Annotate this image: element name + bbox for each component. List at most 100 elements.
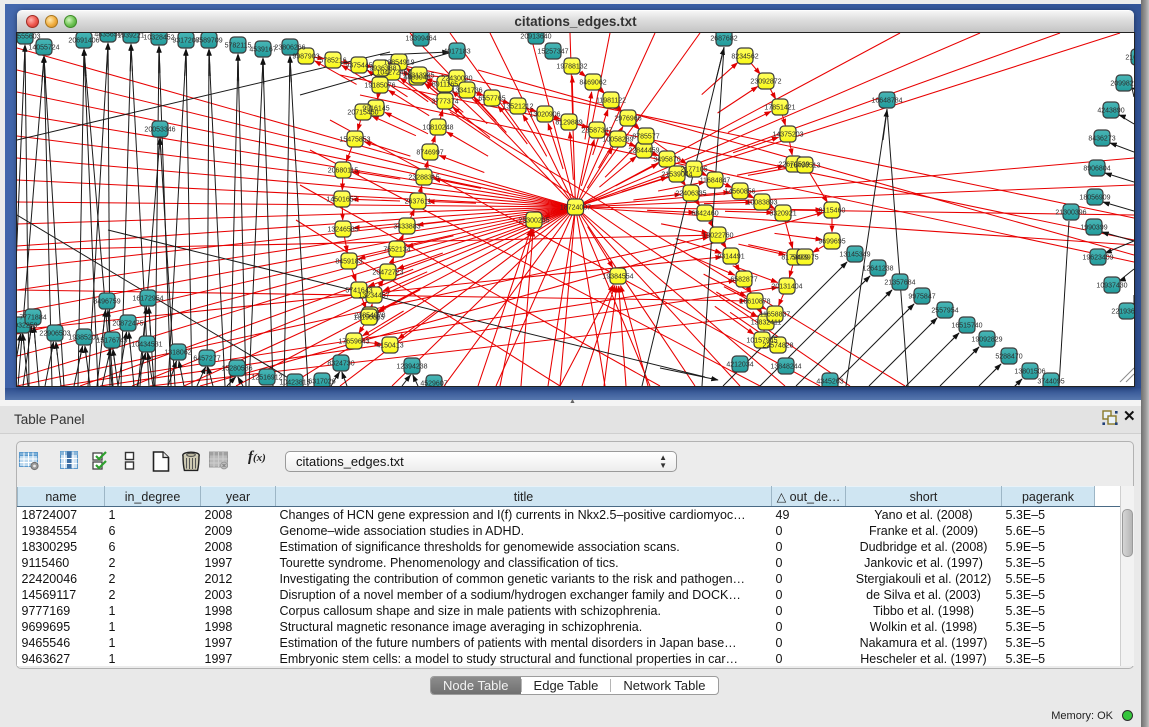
svg-text:18196865: 18196865: [353, 315, 384, 322]
svg-text:18724007: 18724007: [560, 205, 591, 212]
svg-text:3433883: 3433883: [393, 224, 420, 231]
svg-text:15280586: 15280586: [221, 366, 252, 373]
svg-text:17851421: 17851421: [764, 105, 795, 112]
svg-text:20472723: 20472723: [372, 270, 403, 277]
svg-text:9699695: 9699695: [818, 239, 845, 246]
svg-text:15475853: 15475853: [339, 137, 370, 144]
svg-text:23806266: 23806266: [274, 45, 305, 52]
svg-text:2177105: 2177105: [680, 167, 707, 174]
svg-text:4529607: 4529607: [420, 381, 447, 387]
svg-text:10058289: 10058289: [602, 137, 633, 144]
svg-text:19788132: 19788132: [556, 64, 587, 71]
svg-text:2099828: 2099828: [1110, 81, 1134, 88]
svg-text:11658837: 11658837: [760, 312, 791, 319]
svg-text:20053346: 20053346: [144, 127, 175, 134]
svg-text:8459183: 8459183: [335, 259, 362, 266]
svg-text:11981122: 11981122: [596, 98, 626, 105]
svg-text:18056909: 18056909: [1079, 195, 1110, 202]
svg-text:19385201: 19385201: [68, 335, 99, 342]
svg-text:8436273: 8436273: [1088, 136, 1115, 143]
svg-text:13521212: 13521212: [502, 104, 533, 111]
svg-text:5782115: 5782115: [225, 43, 252, 50]
svg-text:19623409: 19623409: [1082, 255, 1113, 262]
svg-text:13020906: 13020906: [529, 112, 560, 119]
svg-text:6842460: 6842460: [691, 211, 718, 218]
svg-text:13801506: 13801506: [1014, 369, 1045, 376]
svg-text:3777374: 3777374: [431, 99, 458, 106]
svg-text:3495870: 3495870: [653, 157, 680, 164]
svg-text:19399464: 19399464: [405, 36, 436, 43]
svg-text:23587347: 23587347: [581, 128, 612, 135]
svg-text:4243890: 4243890: [1097, 108, 1124, 115]
svg-text:13341736: 13341736: [451, 88, 482, 95]
svg-text:16313925: 16313925: [403, 73, 434, 80]
svg-text:20131404: 20131404: [771, 284, 802, 291]
svg-text:16610878: 16610878: [739, 299, 770, 306]
svg-text:5785216: 5785216: [319, 58, 346, 65]
svg-text:8746997: 8746997: [416, 150, 443, 157]
svg-text:8129889: 8129889: [555, 120, 582, 127]
svg-text:22555603: 22555603: [17, 34, 41, 41]
svg-text:22430030: 22430030: [441, 76, 472, 83]
svg-text:20691406: 20691406: [68, 38, 99, 45]
svg-text:16515740: 16515740: [951, 323, 982, 330]
svg-text:4539167: 4539167: [249, 47, 276, 54]
svg-text:1939221: 1939221: [117, 33, 144, 40]
svg-text:14501657: 14501657: [326, 197, 357, 204]
svg-text:6557765: 6557765: [478, 96, 505, 103]
svg-text:4345263: 4345263: [816, 379, 843, 386]
svg-text:5741643: 5741643: [345, 288, 372, 295]
svg-text:12394238: 12394238: [396, 364, 427, 371]
svg-text:3744095: 3744095: [1037, 379, 1064, 386]
svg-text:4212034: 4212034: [726, 362, 753, 369]
svg-text:14560856: 14560856: [724, 189, 755, 196]
svg-text:10328452: 10328452: [143, 35, 174, 42]
svg-text:10083893: 10083893: [746, 200, 777, 207]
svg-text:20913640: 20913640: [520, 34, 551, 41]
svg-text:9975847: 9975847: [908, 294, 935, 301]
svg-text:8589709: 8589709: [195, 38, 222, 45]
svg-text:23092872: 23092872: [750, 79, 781, 86]
svg-text:12516912: 12516912: [251, 375, 282, 382]
svg-text:22844459: 22844459: [628, 148, 659, 155]
svg-text:8906804: 8906804: [1083, 166, 1110, 173]
svg-text:13145349: 13145349: [839, 252, 870, 259]
svg-text:10810248: 10810248: [422, 125, 453, 132]
svg-text:19932259: 19932259: [17, 323, 38, 330]
svg-text:8234562: 8234562: [731, 54, 758, 61]
svg-text:23288315: 23288315: [408, 175, 439, 182]
svg-text:6317026: 6317026: [308, 379, 335, 386]
svg-text:10937430: 10937430: [1096, 283, 1127, 290]
svg-text:3320921: 3320921: [769, 211, 796, 218]
svg-text:9987903: 9987903: [292, 54, 319, 61]
svg-text:14375203: 14375203: [772, 132, 803, 139]
svg-text:19185076: 19185076: [364, 83, 395, 90]
svg-text:9314491: 9314491: [717, 254, 744, 261]
svg-text:22406335: 22406335: [675, 191, 706, 198]
svg-text:15176749: 15176749: [96, 338, 127, 345]
svg-text:19936388: 19936388: [365, 66, 396, 73]
svg-text:20715450: 20715450: [347, 110, 378, 117]
svg-text:10423815: 10423815: [279, 380, 310, 387]
svg-text:6457277: 6457277: [193, 356, 220, 363]
svg-text:4150413: 4150413: [376, 343, 403, 350]
svg-text:21357684: 21357684: [884, 280, 915, 287]
svg-text:10434531: 10434531: [131, 342, 162, 349]
svg-text:13848244: 13848244: [770, 364, 801, 371]
svg-text:20680115: 20680115: [328, 168, 359, 175]
svg-text:2637611: 2637611: [405, 199, 432, 206]
svg-text:2976966: 2976966: [614, 116, 641, 123]
svg-text:8496759: 8496759: [93, 299, 120, 306]
svg-text:13832411: 13832411: [751, 320, 782, 327]
svg-text:2687682: 2687682: [710, 36, 737, 43]
svg-text:25300235: 25300235: [518, 218, 549, 225]
svg-text:8469062: 8469062: [579, 80, 606, 87]
svg-text:6582877: 6582877: [730, 277, 757, 284]
svg-text:21300396: 21300396: [1055, 210, 1086, 217]
svg-text:9115460: 9115460: [819, 208, 846, 215]
svg-text:1990399: 1990399: [1080, 225, 1107, 232]
svg-text:19022760: 19022760: [702, 233, 733, 240]
svg-text:22574828: 22574828: [762, 343, 793, 350]
svg-text:22193651: 22193651: [1111, 309, 1134, 316]
svg-text:17659643: 17659643: [338, 339, 369, 346]
